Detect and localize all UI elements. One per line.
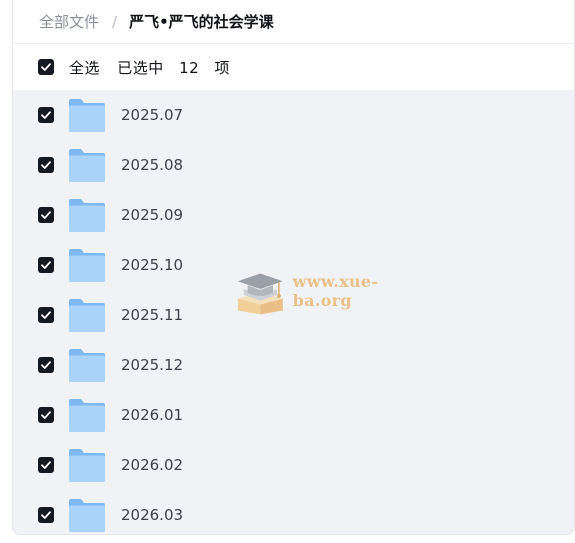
site-watermark: www.xue-ba.org	[234, 262, 434, 320]
row-checkbox[interactable]	[38, 407, 54, 423]
checkmark-icon	[41, 361, 51, 369]
folder-name[interactable]: 2025.11	[121, 306, 183, 324]
checkmark-icon	[41, 161, 51, 169]
row-checkbox[interactable]	[38, 257, 54, 273]
list-item[interactable]: 2026.01	[13, 390, 574, 440]
row-checkbox[interactable]	[38, 157, 54, 173]
list-item[interactable]: 2025.09	[13, 190, 574, 240]
checkmark-icon	[41, 111, 51, 119]
folder-icon	[69, 349, 105, 382]
folder-name[interactable]: 2025.10	[121, 256, 183, 274]
breadcrumb-separator: /	[112, 12, 118, 31]
selected-count: 12	[179, 58, 200, 77]
row-checkbox[interactable]	[38, 457, 54, 473]
graduation-cap-book-logo-icon	[237, 273, 283, 315]
folder-icon	[69, 499, 105, 532]
breadcrumb: 全部文件 / 严飞•严飞的社会学课	[13, 0, 574, 44]
folder-icon	[69, 199, 105, 232]
selection-summary: 全选 已选中 12 项	[69, 57, 242, 78]
select-all-checkbox[interactable]	[38, 59, 54, 75]
folder-name[interactable]: 2025.07	[121, 106, 183, 124]
watermark-text: www.xue-ba.org	[292, 272, 379, 310]
checkmark-icon	[41, 461, 51, 469]
folder-name[interactable]: 2026.01	[121, 406, 183, 424]
breadcrumb-root-link[interactable]: 全部文件	[39, 11, 99, 32]
row-checkbox[interactable]	[38, 107, 54, 123]
folder-icon	[69, 149, 105, 182]
list-item[interactable]: 2026.02	[13, 440, 574, 490]
row-checkbox[interactable]	[38, 357, 54, 373]
selected-suffix: 项	[214, 58, 230, 77]
list-item[interactable]: 2025.08	[13, 140, 574, 190]
list-item[interactable]: 2025.07	[13, 90, 574, 140]
folder-name[interactable]: 2026.02	[121, 456, 183, 474]
folder-icon	[69, 249, 105, 282]
breadcrumb-current: 严飞•严飞的社会学课	[129, 13, 274, 31]
folder-name[interactable]: 2025.09	[121, 206, 183, 224]
selection-bar: 全选 已选中 12 项	[13, 44, 574, 90]
folder-icon	[69, 299, 105, 332]
row-checkbox[interactable]	[38, 507, 54, 523]
folder-name[interactable]: 2025.08	[121, 156, 183, 174]
row-checkbox[interactable]	[38, 207, 54, 223]
checkmark-icon	[41, 311, 51, 319]
checkmark-icon	[41, 261, 51, 269]
selected-prefix: 已选中	[117, 58, 164, 77]
folder-name[interactable]: 2025.12	[121, 356, 183, 374]
select-all-label[interactable]: 全选	[69, 59, 100, 77]
checkmark-icon	[41, 411, 51, 419]
folder-icon	[69, 449, 105, 482]
row-checkbox[interactable]	[38, 307, 54, 323]
checkmark-icon	[41, 511, 51, 519]
checkmark-icon	[41, 63, 51, 71]
checkmark-icon	[41, 211, 51, 219]
folder-name[interactable]: 2026.03	[121, 506, 183, 524]
folder-icon	[69, 399, 105, 432]
list-item[interactable]: 2026.03	[13, 490, 574, 534]
folder-icon	[69, 99, 105, 132]
list-item[interactable]: 2025.12	[13, 340, 574, 390]
file-browser-panel: 全部文件 / 严飞•严飞的社会学课 全选 已选中 12 项 2025.07 20…	[12, 0, 575, 535]
